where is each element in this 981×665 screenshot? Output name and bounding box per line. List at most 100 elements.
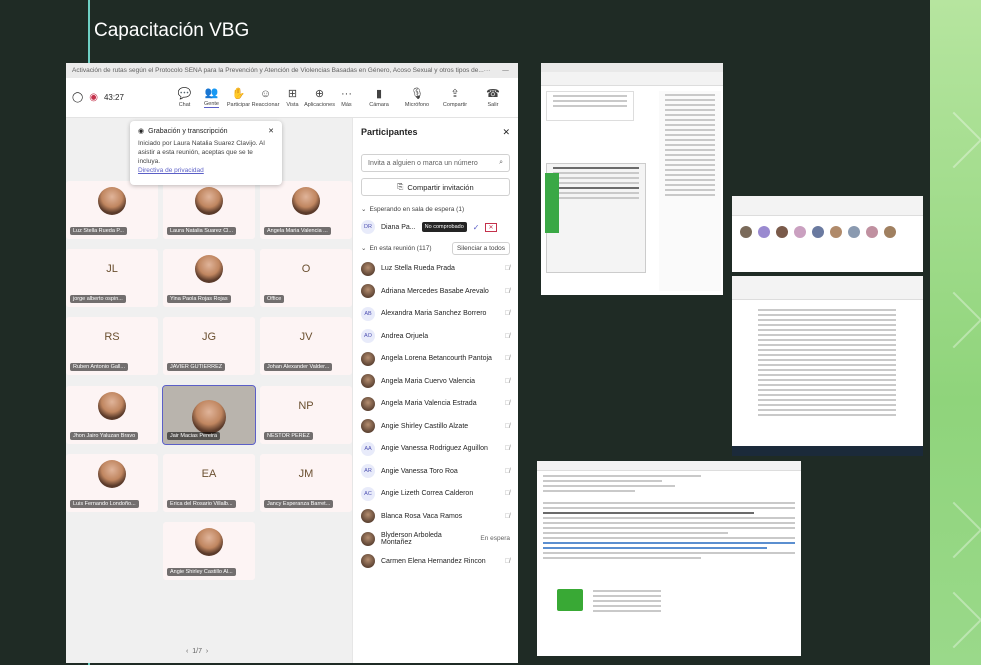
participant-row[interactable]: Angie Shirley Castillo Alzate 🎙̸: [353, 415, 518, 438]
participant-row[interactable]: AR Angie Vanessa Toro Roa 🎙̸: [353, 460, 518, 483]
participant-tile[interactable]: Luis Fernando Londoño...: [66, 454, 158, 512]
participant-tile[interactable]: Yina Paola Rojas Rojas: [163, 249, 255, 307]
avatar: [361, 509, 375, 524]
mic-muted-icon: 🎙̸: [504, 445, 510, 453]
mic-icon: 🎙: [410, 87, 424, 100]
toolbar-chat-button[interactable]: 💬 Chat: [171, 87, 198, 108]
mic-muted-icon: 🎙̸: [504, 467, 510, 475]
privacy-link[interactable]: Directiva de privacidad: [138, 166, 274, 175]
meeting-toolbar: ◯ ◉ 43:27 💬 Chat 👥 Gente ✋ Participar ☺ Reaccio…: [66, 78, 518, 118]
participant-row[interactable]: Blyderson Arboleda Montañez En espera: [353, 528, 518, 551]
participant-tile[interactable]: O Office: [260, 249, 352, 307]
participant-row[interactable]: Angela Maria Valencia Estrada 🎙̸: [353, 393, 518, 416]
mute-all-button[interactable]: Silenciar a todos: [451, 241, 510, 255]
deny-close-icon[interactable]: ✕: [485, 222, 497, 232]
participant-tile[interactable]: RS Ruben Antonio Gall...: [66, 317, 158, 375]
toolbar-reaccionar-button[interactable]: ☺ Reaccionar: [252, 88, 280, 108]
participant-row[interactable]: Adriana Mercedes Basabe Arevalo 🎙̸: [353, 280, 518, 303]
toolbar-label: Participar: [226, 101, 251, 108]
minimize-icon[interactable]: —: [502, 67, 509, 75]
avatar: AR: [361, 464, 375, 479]
close-icon[interactable]: ✕: [502, 127, 510, 138]
toolbar-cámara-button[interactable]: ▮ Cámara: [360, 87, 398, 108]
mic-muted-icon: 🎙̸: [504, 400, 510, 408]
participant-tile[interactable]: JL jorge alberto ospin...: [66, 249, 158, 307]
recording-icon: ◉: [138, 128, 145, 135]
tile-name: Luis Fernando Londoño...: [70, 500, 139, 508]
participant-tile[interactable]: JG JAVIER GUTIERREZ: [163, 317, 255, 375]
slide-title: Capacitación VBG: [94, 20, 250, 41]
toolbar-micrófono-button[interactable]: 🎙 Micrófono: [398, 87, 436, 108]
participant-tile[interactable]: EA Erica del Rosario Villalb...: [163, 454, 255, 512]
avatar: [195, 255, 223, 283]
participant-tile[interactable]: NP NESTOR PEREZ: [260, 386, 352, 444]
participant-name: Alexandra Maria Sanchez Borrero: [381, 310, 487, 318]
participant-row[interactable]: AO Andrea Orjuela 🎙̸: [353, 325, 518, 348]
tile-name: Jair Macias Pereira: [167, 432, 221, 440]
participant-row[interactable]: Luz Stella Rueda Prada 🎙̸: [353, 258, 518, 281]
screenshot-thumbnail-email: [537, 461, 801, 656]
participant-row[interactable]: Angela Lorena Betancourth Pantoja 🎙̸: [353, 348, 518, 371]
grid-pager[interactable]: ‹ 1/7 ›: [186, 648, 208, 655]
toolbar-salir-button[interactable]: ☎ Salir: [474, 88, 512, 108]
tile-name: Angela Maria Valencia ...: [264, 227, 331, 235]
tile-initials: JM: [298, 468, 314, 480]
notice-body: Iniciado por Laura Natalia Suarez Clavij…: [138, 140, 265, 165]
share-icon: ⎘: [397, 182, 404, 191]
invite-input[interactable]: Invita a alguien o marca un número ⌕: [361, 154, 510, 172]
participant-row[interactable]: AC Angie Lizeth Correa Calderon 🎙̸: [353, 483, 518, 506]
taskbar: [732, 446, 923, 456]
toolbar-participar-button[interactable]: ✋ Participar: [225, 88, 252, 108]
avatar: DR: [361, 220, 375, 235]
participant-tile[interactable]: Angie Shirley Castillo Al...: [163, 522, 255, 580]
toolbar-label: Micrófono: [404, 101, 430, 108]
avatar: AB: [361, 306, 375, 321]
participant-tile[interactable]: JM Jancy Esperanza Barret...: [260, 454, 352, 512]
tile-name: Luz Stella Rueda P...: [70, 227, 127, 235]
participant-row[interactable]: AB Alexandra Maria Sanchez Borrero 🎙̸: [353, 303, 518, 326]
admit-check-icon[interactable]: ✓: [473, 223, 480, 232]
toolbar-aplicaciones-button[interactable]: ⊕ Aplicaciones: [304, 88, 335, 108]
avatar: [98, 392, 126, 420]
avatar: AO: [361, 329, 375, 344]
mic-muted-icon: 🎙̸: [504, 557, 510, 565]
mic-muted-icon: 🎙̸: [504, 490, 510, 498]
avatar: [98, 187, 126, 215]
waiting-participant-row[interactable]: DR Diana Pa... No comprobado ✓ ✕: [353, 216, 518, 239]
participant-tile[interactable]: Laura Natalia Suarez Cl...: [163, 181, 255, 239]
participant-row[interactable]: Blanca Rosa Vaca Ramos 🎙̸: [353, 505, 518, 528]
participant-tile[interactable]: Luz Stella Rueda P...: [66, 181, 158, 239]
waiting-section-header[interactable]: ⌄ Esperando en sala de espera (1): [353, 202, 518, 216]
participants-panel: Participantes ✕ Invita a alguien o marca…: [352, 118, 518, 663]
participant-name: Angie Vanessa Rodriguez Aguillon: [381, 445, 488, 453]
toolbar-vista-button[interactable]: ⊞ Vista: [279, 88, 306, 108]
toolbar-más-button[interactable]: ··· Más: [333, 88, 360, 108]
tile-initials: JL: [106, 263, 118, 275]
participant-tile[interactable]: Angela Maria Valencia ...: [260, 181, 352, 239]
participant-row[interactable]: AA Angie Vanessa Rodriguez Aguillon 🎙̸: [353, 438, 518, 461]
teams-meeting-window: Activación de rutas según el Protocolo S…: [66, 63, 518, 663]
tile-initials: EA: [201, 468, 217, 480]
avatar: [361, 531, 375, 546]
share-invite-button[interactable]: ⎘ Compartir invitación: [361, 178, 510, 196]
participant-row[interactable]: Angela Maria Cuervo Valencia 🎙̸: [353, 370, 518, 393]
sena-logo: [557, 589, 583, 611]
close-icon[interactable]: ✕: [268, 127, 274, 136]
participant-tile[interactable]: Jair Macias Pereira: [162, 385, 256, 445]
tile-initials: NP: [298, 400, 314, 412]
participant-tile[interactable]: JV Johan Alexander Valder...: [260, 317, 352, 375]
in-meeting-section-label: En esta reunión (117): [369, 244, 432, 252]
screenshot-thumbnail-meeting-grid: [732, 196, 923, 272]
toolbar-gente-button[interactable]: 👥 Gente: [198, 87, 225, 108]
participant-row[interactable]: Carmen Elena Hernandez Rincon 🎙̸: [353, 550, 518, 573]
chat-icon: 💬: [177, 87, 192, 100]
in-meeting-section-header[interactable]: ⌄ En esta reunión (117) Silenciar a todo…: [353, 239, 518, 258]
search-icon: ⌕: [499, 159, 503, 166]
participant-tile[interactable]: Jhon Jairo Yaluzan Bravo: [66, 386, 158, 444]
toolbar-compartir-button[interactable]: ⇪ Compartir: [436, 88, 474, 108]
tile-name: jorge alberto ospin...: [70, 295, 126, 303]
recording-notice: ◉ Grabación y transcripción ✕ Iniciado p…: [130, 121, 282, 185]
camera-icon: ▮: [375, 87, 383, 100]
screenshot-thumbnail-teams-share: [541, 63, 723, 295]
more-icon[interactable]: ···: [484, 67, 491, 75]
